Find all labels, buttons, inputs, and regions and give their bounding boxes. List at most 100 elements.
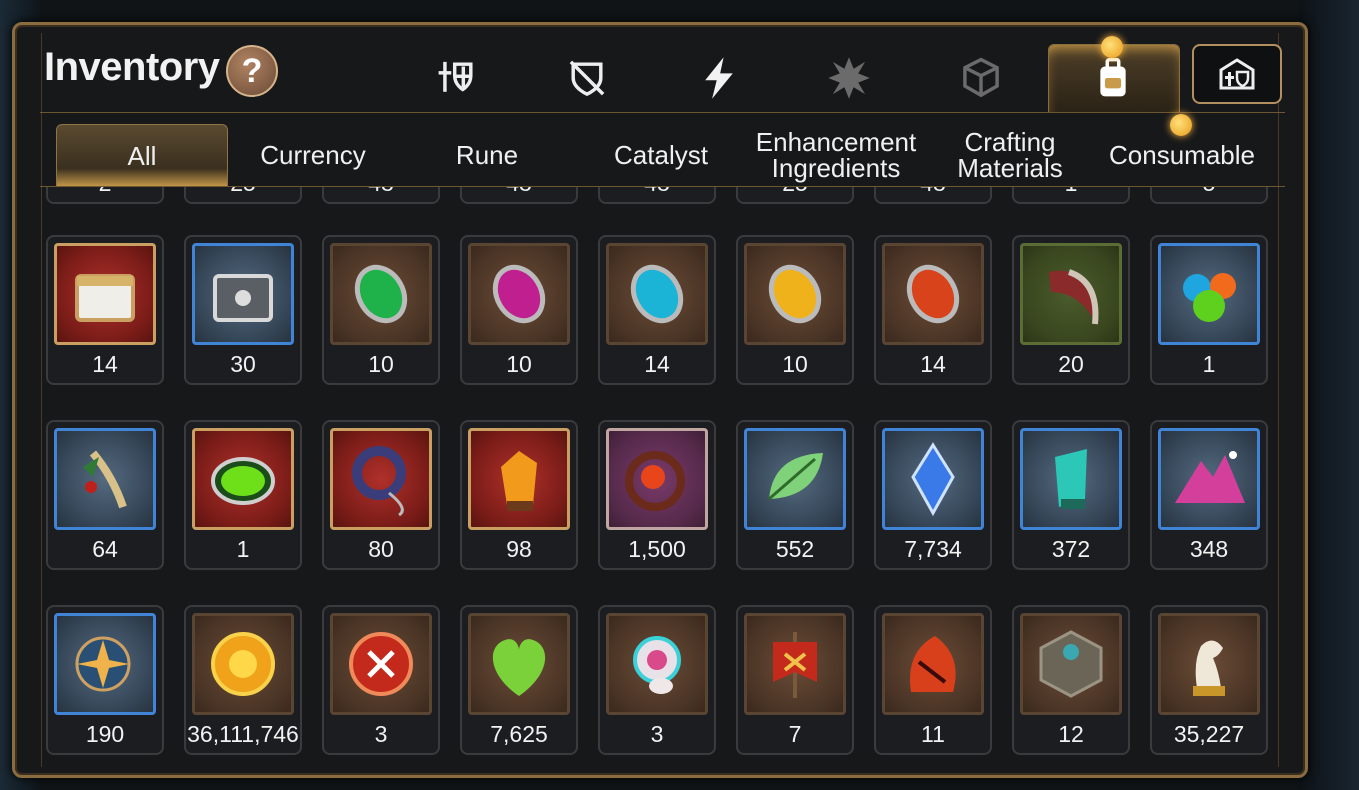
inventory-slot[interactable]: 30: [184, 235, 302, 385]
background-right: [1299, 0, 1359, 790]
tab-catalyst[interactable]: Catalyst: [576, 124, 746, 186]
orb-device-icon: [633, 636, 681, 694]
inventory-slot[interactable]: 14: [874, 235, 992, 385]
item-count: 372: [1051, 536, 1091, 562]
item-count: 14: [92, 351, 118, 377]
item-tile: [1158, 613, 1260, 715]
item-tile: [468, 243, 570, 345]
green-rune-icon: [354, 264, 408, 324]
item-count: 12: [1058, 721, 1084, 747]
item-count: 11: [921, 721, 945, 747]
inventory-slot[interactable]: 12: [1012, 605, 1130, 755]
notification-dot-icon: [1170, 114, 1192, 136]
inventory-slot-partial[interactable]: 48: [322, 187, 440, 204]
item-tile: [330, 243, 432, 345]
item-count: 348: [1189, 536, 1229, 562]
item-count: 552: [775, 536, 815, 562]
item-count: 25: [738, 187, 852, 196]
green-gem-icon: [211, 457, 275, 505]
item-tile: [468, 428, 570, 530]
backpack-icon: [1100, 57, 1126, 97]
category-unequipped[interactable]: [558, 48, 616, 108]
inventory-slot[interactable]: 11: [874, 605, 992, 755]
inventory-slot[interactable]: 10: [736, 235, 854, 385]
page-title: Inventory: [44, 45, 220, 89]
item-count: 36,111,746: [187, 721, 299, 747]
item-count: 10: [782, 351, 808, 377]
inventory-slot-partial[interactable]: 25: [184, 187, 302, 204]
tab-enhancement-ingredients[interactable]: Enhancement Ingredients: [748, 124, 924, 186]
inventory-slot[interactable]: 190: [46, 605, 164, 755]
item-tile: [192, 243, 294, 345]
inventory-slot[interactable]: 7,625: [460, 605, 578, 755]
help-button[interactable]: ?: [226, 45, 278, 97]
item-count: 7,625: [490, 721, 548, 747]
item-count: 3: [374, 721, 388, 747]
category-equipment[interactable]: [428, 48, 486, 108]
notification-dot-icon: [1101, 36, 1123, 58]
category-storage[interactable]: [1192, 44, 1282, 104]
item-tile: [882, 428, 984, 530]
inventory-slot[interactable]: 10: [322, 235, 440, 385]
category-cube[interactable]: [952, 48, 1010, 108]
inventory-grid: 2 25 48 48 48 25 48 1 5 14 30 10 10 14 10 14 20 1 64 1 80 98 1…: [40, 187, 1280, 767]
item-count: 20: [1058, 351, 1084, 377]
item-tile: [468, 613, 570, 715]
inventory-slot[interactable]: 348: [1150, 420, 1268, 570]
item-count: 48: [876, 187, 990, 196]
inventory-slot[interactable]: 7: [736, 605, 854, 755]
item-tile: [744, 613, 846, 715]
inventory-slot[interactable]: 35,227: [1150, 605, 1268, 755]
inventory-slot-partial[interactable]: 2: [46, 187, 164, 204]
inventory-slot-partial[interactable]: 1: [1012, 187, 1130, 204]
inventory-slot[interactable]: 64: [46, 420, 164, 570]
inventory-slot-partial[interactable]: 5: [1150, 187, 1268, 204]
item-count: 30: [230, 351, 256, 377]
inventory-slot[interactable]: 14: [46, 235, 164, 385]
item-count: 7,734: [904, 536, 962, 562]
item-count: 98: [506, 536, 532, 562]
category-artifact[interactable]: [820, 48, 878, 108]
inventory-slot[interactable]: 20: [1012, 235, 1130, 385]
inventory-slot[interactable]: 80: [322, 420, 440, 570]
inventory-slot-partial[interactable]: 48: [874, 187, 992, 204]
inventory-slot[interactable]: 14: [598, 235, 716, 385]
tab-all[interactable]: All: [56, 124, 228, 187]
inventory-slot-partial[interactable]: 25: [736, 187, 854, 204]
item-tile: [744, 243, 846, 345]
tab-currency[interactable]: Currency: [228, 124, 398, 186]
inventory-slot[interactable]: 372: [1012, 420, 1130, 570]
inventory-slot[interactable]: 3: [598, 605, 716, 755]
inventory-slot[interactable]: 7,734: [874, 420, 992, 570]
claw-icon: [1049, 269, 1099, 325]
inventory-slot[interactable]: 10: [460, 235, 578, 385]
tab-rune[interactable]: Rune: [402, 124, 572, 186]
item-count: 48: [462, 187, 576, 196]
inventory-slot[interactable]: 98: [460, 420, 578, 570]
item-tile: [192, 428, 294, 530]
red-leaf-icon: [910, 636, 956, 692]
inventory-slot[interactable]: 1: [1150, 235, 1268, 385]
inventory-slot-partial[interactable]: 48: [598, 187, 716, 204]
item-tile: [1020, 428, 1122, 530]
category-skill[interactable]: [690, 48, 748, 108]
inventory-slot[interactable]: 552: [736, 420, 854, 570]
equipment-icon: [438, 61, 473, 92]
inventory-slot[interactable]: 1,500: [598, 420, 716, 570]
divider: [40, 112, 1285, 113]
item-tile: [192, 613, 294, 715]
item-count: 1: [1202, 351, 1216, 377]
item-tile: [882, 243, 984, 345]
item-count: 48: [324, 187, 438, 196]
teal-crystal-icon: [1055, 449, 1087, 509]
yellow-rune-icon: [768, 264, 822, 324]
tab-crafting-materials[interactable]: Crafting Materials: [928, 124, 1092, 186]
inventory-slot[interactable]: 3: [322, 605, 440, 755]
item-tile: [606, 613, 708, 715]
inventory-slot[interactable]: 36,111,746: [184, 605, 302, 755]
inventory-slot-partial[interactable]: 48: [460, 187, 578, 204]
pink-mountain-icon: [1175, 451, 1245, 503]
inventory-slot[interactable]: 1: [184, 420, 302, 570]
item-tile: [1020, 243, 1122, 345]
stone-cube-icon: [1039, 630, 1103, 698]
